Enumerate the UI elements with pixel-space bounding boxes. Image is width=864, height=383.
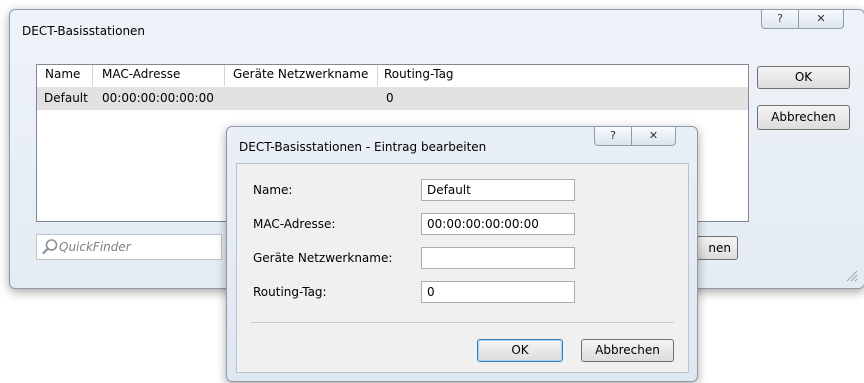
close-icon: ✕ (648, 129, 659, 142)
search-icon (42, 239, 58, 255)
name-label: Name: (253, 183, 293, 197)
dialog-ok-button[interactable]: OK (477, 339, 563, 362)
column-header-routing-tag[interactable]: Routing-Tag (384, 67, 454, 81)
mac-label: MAC-Adresse: (253, 217, 336, 231)
dialog-close-button[interactable]: ✕ (632, 127, 676, 146)
help-button[interactable]: ? (761, 10, 799, 29)
quickfinder-input[interactable]: QuickFinder (36, 234, 222, 260)
routing-tag-label: Routing-Tag: (253, 285, 327, 299)
name-field[interactable]: Default (421, 179, 575, 201)
column-header-name[interactable]: Name (45, 67, 80, 81)
table-row[interactable]: Default 00:00:00:00:00:00 0 (37, 87, 748, 110)
column-header-mac[interactable]: MAC-Adresse (102, 67, 180, 81)
edit-dialog-title: DECT-Basisstationen - Eintrag bearbeiten (239, 140, 487, 154)
dialog-cancel-button[interactable]: Abbrechen (581, 339, 674, 362)
mac-field[interactable]: 00:00:00:00:00:00 (421, 213, 575, 235)
table-header: Name MAC-Adresse Geräte Netzwerkname Rou… (37, 65, 748, 86)
close-icon: ✕ (816, 12, 826, 25)
close-button[interactable]: ✕ (799, 10, 844, 29)
help-icon: ? (610, 129, 616, 142)
help-icon: ? (777, 12, 783, 25)
ok-button[interactable]: OK (757, 66, 850, 89)
column-divider[interactable] (377, 65, 378, 86)
cell-mac: 00:00:00:00:00:00 (102, 91, 214, 105)
dialog-help-button[interactable]: ? (594, 127, 632, 146)
routing-tag-field[interactable]: 0 (421, 281, 575, 303)
column-divider[interactable] (92, 65, 93, 86)
network-name-label: Geräte Netzwerkname: (253, 251, 393, 265)
column-header-network-name[interactable]: Geräte Netzwerkname (233, 67, 368, 81)
cell-routing-tag: 0 (386, 91, 394, 105)
network-name-field[interactable] (421, 247, 575, 269)
cancel-button[interactable]: Abbrechen (757, 105, 850, 130)
partial-button-label: nen (708, 241, 731, 255)
resize-grip-icon[interactable] (844, 268, 858, 282)
edit-dialog-panel: Name: Default MAC-Adresse: 00:00:00:00:0… (236, 163, 689, 373)
edit-dialog: DECT-Basisstationen - Eintrag bearbeiten… (226, 126, 698, 382)
divider (251, 322, 674, 323)
cell-name: Default (44, 91, 88, 105)
column-divider[interactable] (224, 65, 225, 86)
main-window-title: DECT-Basisstationen (22, 24, 146, 38)
quickfinder-placeholder: QuickFinder (59, 240, 131, 254)
